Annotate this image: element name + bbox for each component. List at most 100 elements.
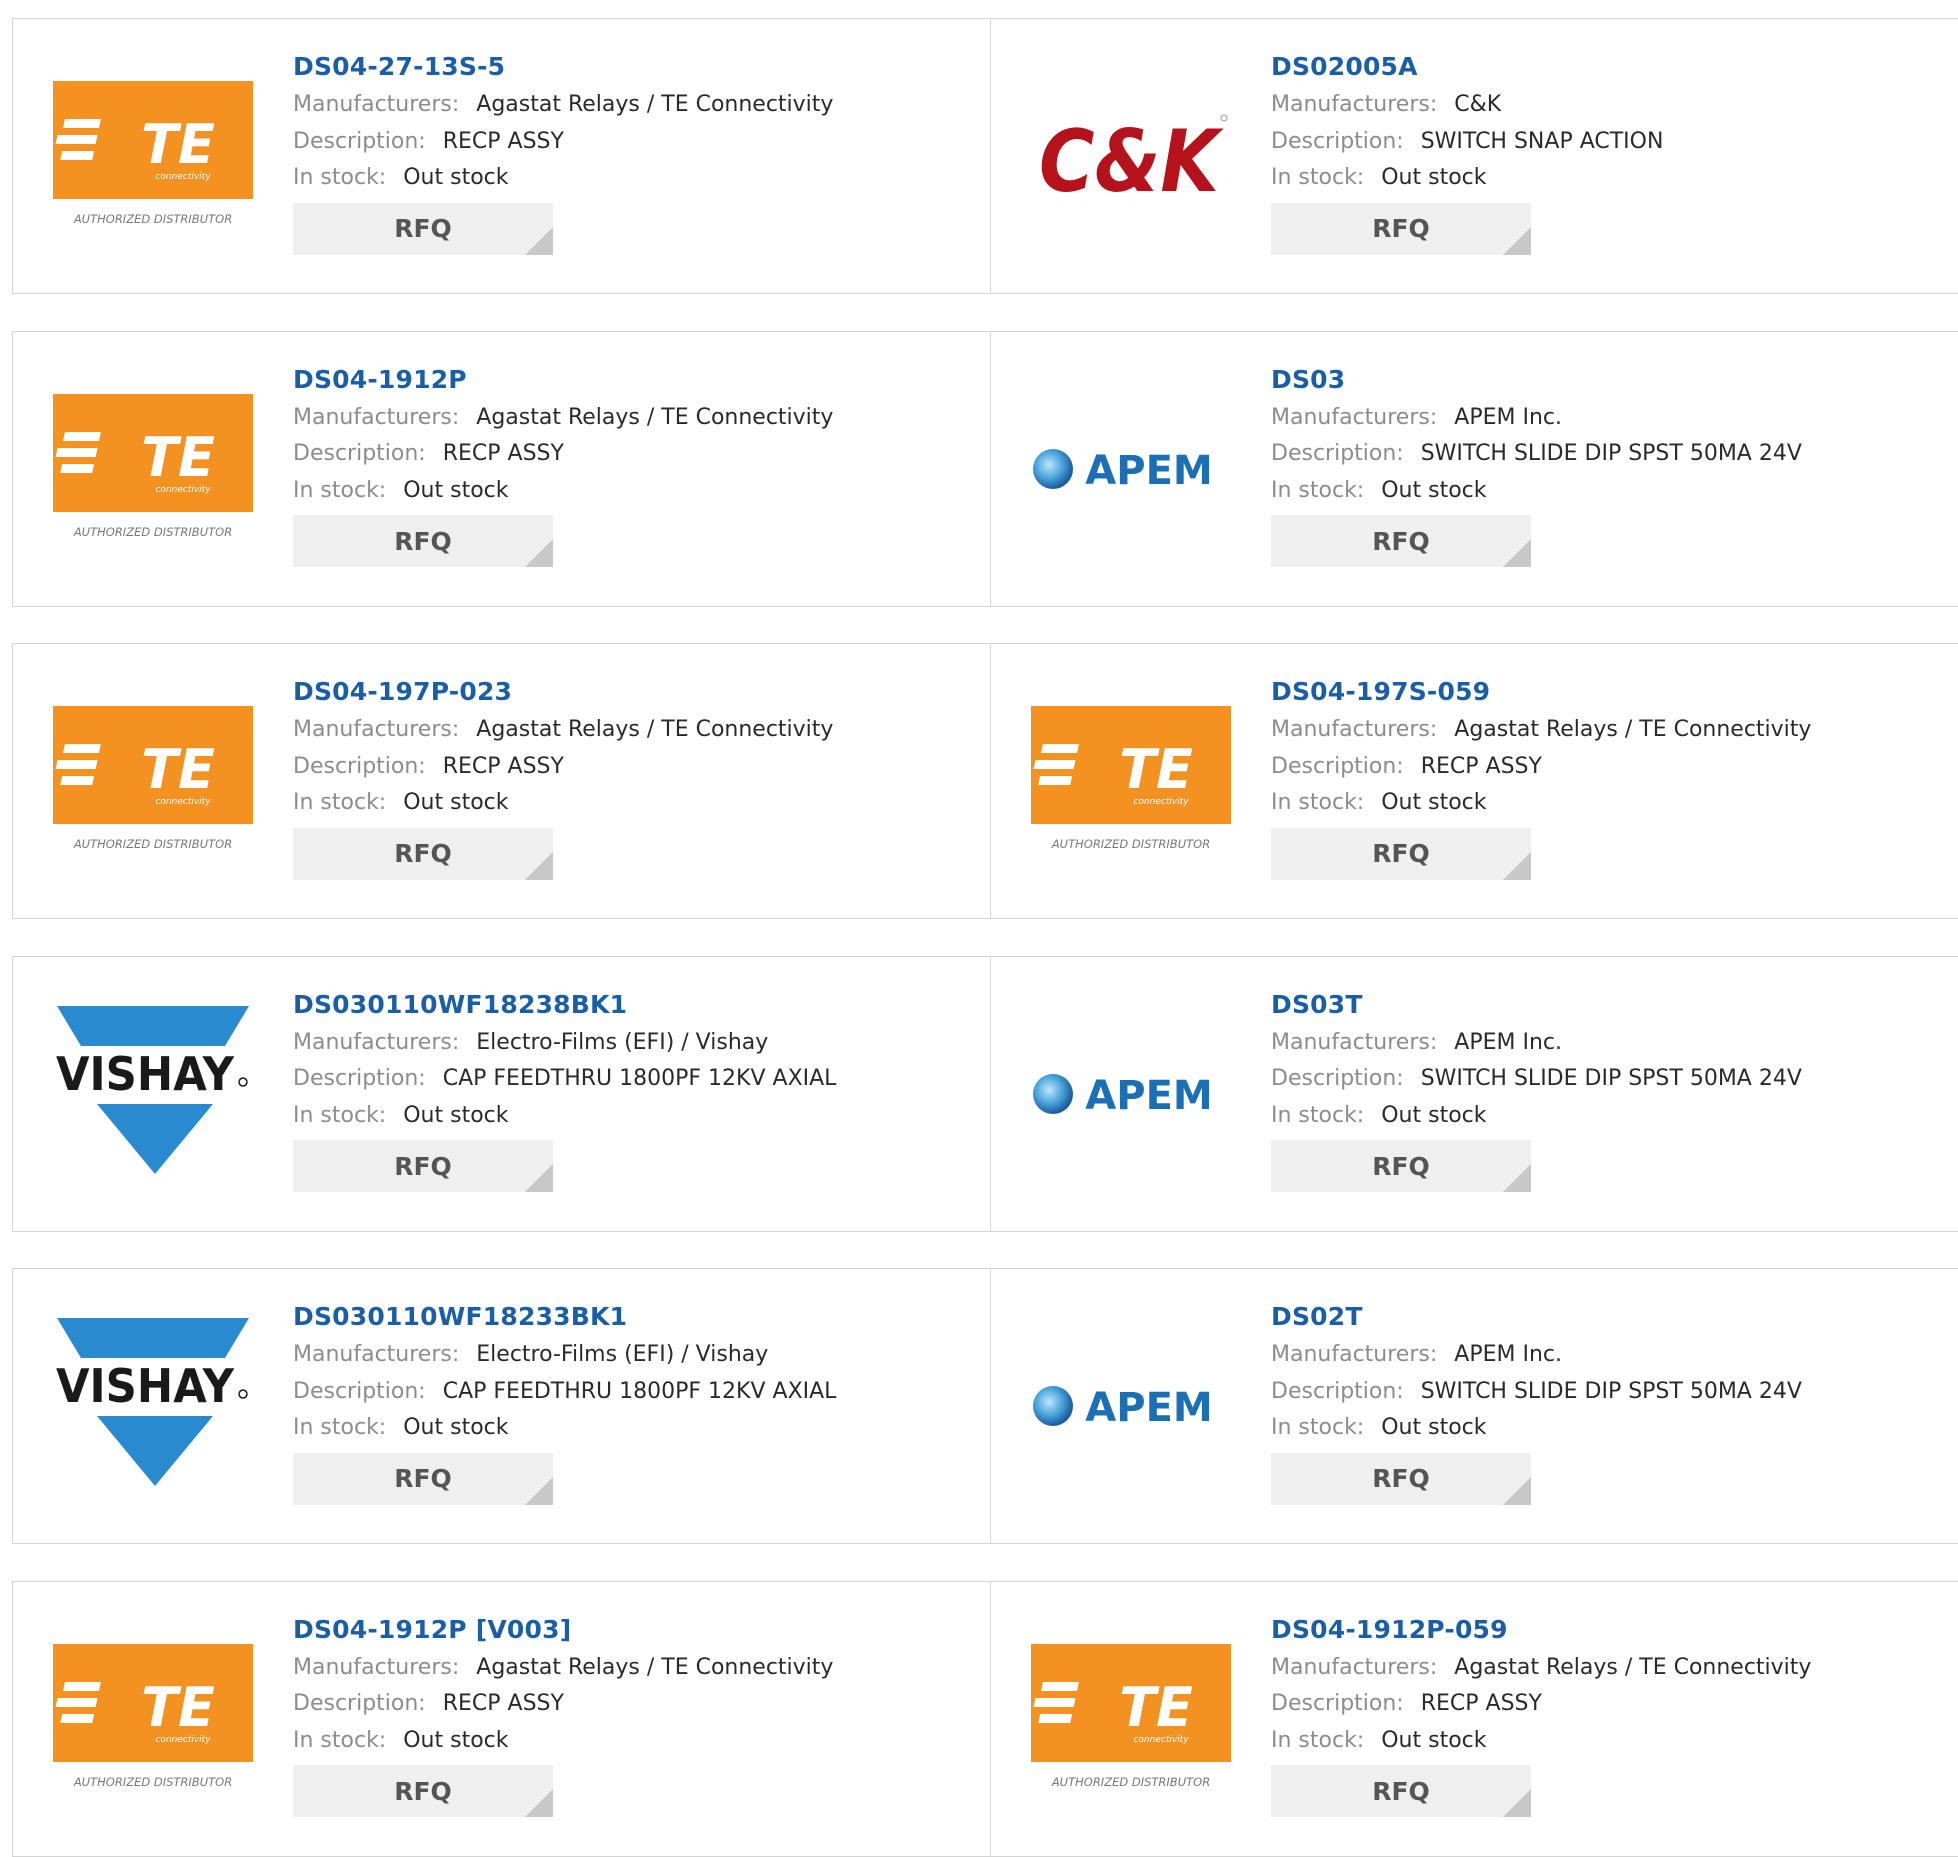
vishay-logo: VISHAY bbox=[53, 1004, 253, 1184]
part-number-link[interactable]: DS04-197S-059 bbox=[1271, 672, 1949, 712]
part-number-link[interactable]: DS04-197P-023 bbox=[293, 672, 971, 712]
stock-label: In stock: bbox=[1271, 790, 1365, 815]
rfq-button[interactable]: RFQ bbox=[293, 1452, 553, 1505]
product-info: DS04-1912P Manufacturers: Agastat Relays… bbox=[293, 360, 971, 567]
rfq-corner-decoration bbox=[525, 1789, 553, 1817]
stock-label: In stock: bbox=[293, 165, 387, 190]
manufacturer-value: Agastat Relays / TE Connectivity bbox=[1454, 717, 1812, 742]
description-label: Description: bbox=[1271, 1378, 1404, 1404]
description-label: Description: bbox=[293, 1066, 426, 1091]
product-card: TE connectivity AUTHORIZED DISTRIBUTOR D… bbox=[12, 330, 992, 607]
rfq-button[interactable]: RFQ bbox=[1271, 1140, 1531, 1192]
rfq-button[interactable]: RFQ bbox=[293, 1140, 553, 1192]
description-row: Description: RECP ASSY bbox=[293, 749, 971, 786]
rfq-button[interactable]: RFQ bbox=[1271, 827, 1531, 880]
te-logo-sub: connectivity bbox=[155, 1735, 211, 1745]
stock-row: In stock: Out stock bbox=[293, 473, 971, 510]
part-number-link[interactable]: DS030110WF18233BK1 bbox=[293, 1297, 971, 1337]
part-number-link[interactable]: DS03 bbox=[1271, 360, 1949, 400]
stock-value: Out stock bbox=[1381, 477, 1487, 503]
description-row: Description: SWITCH SLIDE DIP SPST 50MA … bbox=[1271, 1061, 1949, 1098]
te-logo-tagline: AUTHORIZED DISTRIBUTOR bbox=[73, 525, 232, 539]
te-logo-name: TE bbox=[141, 426, 215, 489]
product-info: DS04-1912P [V003] Manufacturers: Agastat… bbox=[293, 1610, 971, 1817]
rfq-label: RFQ bbox=[1372, 1151, 1430, 1181]
part-number-link[interactable]: DS030110WF18238BK1 bbox=[293, 985, 971, 1025]
stock-row: In stock: Out stock bbox=[1271, 1098, 1949, 1135]
rfq-button[interactable]: RFQ bbox=[293, 1765, 553, 1817]
stock-value: Out stock bbox=[1381, 1727, 1487, 1753]
rfq-corner-decoration bbox=[1503, 539, 1531, 567]
rfq-label: RFQ bbox=[1372, 839, 1430, 868]
description-label: Description: bbox=[293, 441, 426, 466]
stock-label: In stock: bbox=[293, 1415, 387, 1440]
manufacturer-value: Agastat Relays / TE Connectivity bbox=[476, 92, 834, 117]
te-logo: TE connectivity AUTHORIZED DISTRIBUTOR bbox=[1031, 691, 1231, 871]
rfq-button[interactable]: RFQ bbox=[1271, 1765, 1531, 1817]
stock-row: In stock: Out stock bbox=[293, 1410, 971, 1447]
rfq-corner-decoration bbox=[525, 1476, 553, 1505]
rfq-button[interactable]: RFQ bbox=[293, 202, 553, 255]
manufacturer-label: Manufacturers: bbox=[293, 92, 460, 117]
te-logo-sub: connectivity bbox=[155, 797, 211, 807]
manufacturer-value: APEM Inc. bbox=[1454, 1342, 1562, 1367]
manufacturer-label: Manufacturers: bbox=[293, 1654, 460, 1680]
rfq-corner-decoration bbox=[1503, 1789, 1531, 1817]
rfq-corner-decoration bbox=[1503, 1476, 1531, 1505]
description-row: Description: CAP FEEDTHRU 1800PF 12KV AX… bbox=[293, 1061, 971, 1098]
manufacturer-label: Manufacturers: bbox=[1271, 404, 1438, 430]
stock-value: Out stock bbox=[403, 1102, 509, 1128]
description-value: RECP ASSY bbox=[442, 128, 564, 154]
manufacturer-row: Manufacturers: Agastat Relays / TE Conne… bbox=[293, 1650, 971, 1687]
stock-value: Out stock bbox=[403, 1415, 509, 1440]
vishay-logo: VISHAY bbox=[53, 1316, 253, 1496]
description-value: RECP ASSY bbox=[1420, 753, 1542, 779]
manufacturer-label: Manufacturers: bbox=[1271, 1654, 1438, 1680]
manufacturer-value: Agastat Relays / TE Connectivity bbox=[476, 717, 834, 742]
product-grid: TE connectivity AUTHORIZED DISTRIBUTOR D… bbox=[0, 0, 1958, 1857]
description-label: Description: bbox=[293, 128, 426, 154]
part-number-link[interactable]: DS02T bbox=[1271, 1297, 1949, 1337]
stock-label: In stock: bbox=[1271, 165, 1365, 190]
part-number-link[interactable]: DS04-1912P-059 bbox=[1271, 1610, 1949, 1650]
te-logo-sub: connectivity bbox=[155, 172, 211, 182]
part-number-link[interactable]: DS04-1912P bbox=[293, 360, 971, 400]
description-label: Description: bbox=[1271, 753, 1404, 779]
manufacturer-label: Manufacturers: bbox=[293, 717, 460, 742]
rfq-label: RFQ bbox=[394, 214, 452, 243]
rfq-button[interactable]: RFQ bbox=[1271, 1452, 1531, 1505]
rfq-label: RFQ bbox=[394, 1776, 452, 1806]
product-card: APEM DS03 Manufacturers: APEM Inc. Descr… bbox=[990, 330, 1958, 607]
manufacturer-value: Agastat Relays / TE Connectivity bbox=[476, 1654, 834, 1680]
rfq-label: RFQ bbox=[1372, 1776, 1430, 1806]
product-info: DS04-197S-059 Manufacturers: Agastat Rel… bbox=[1271, 672, 1949, 880]
description-row: Description: RECP ASSY bbox=[1271, 749, 1949, 786]
rfq-button[interactable]: RFQ bbox=[293, 515, 553, 567]
vishay-logo-name: VISHAY bbox=[56, 1047, 235, 1101]
manufacturer-label: Manufacturers: bbox=[293, 1029, 460, 1055]
description-row: Description: SWITCH SLIDE DIP SPST 50MA … bbox=[1271, 1374, 1949, 1411]
rfq-button[interactable]: RFQ bbox=[293, 827, 553, 880]
product-info: DS02T Manufacturers: APEM Inc. Descripti… bbox=[1271, 1297, 1949, 1505]
description-label: Description: bbox=[1271, 128, 1404, 154]
description-row: Description: RECP ASSY bbox=[1271, 1686, 1949, 1723]
product-info: DS02005A Manufacturers: C&K Description:… bbox=[1271, 47, 1949, 255]
rfq-label: RFQ bbox=[1372, 526, 1430, 556]
product-card: VISHAY DS030110WF18233BK1 Manufacturers:… bbox=[12, 1268, 992, 1544]
rfq-button[interactable]: RFQ bbox=[1271, 515, 1531, 567]
rfq-button[interactable]: RFQ bbox=[1271, 202, 1531, 255]
product-card: TE connectivity AUTHORIZED DISTRIBUTOR D… bbox=[990, 1580, 1958, 1857]
stock-row: In stock: Out stock bbox=[1271, 785, 1949, 822]
rfq-label: RFQ bbox=[1372, 214, 1430, 243]
ck-logo-name: C&K bbox=[1039, 112, 1224, 212]
part-number-link[interactable]: DS04-27-13S-5 bbox=[293, 47, 971, 87]
stock-value: Out stock bbox=[1381, 1102, 1487, 1128]
manufacturer-label: Manufacturers: bbox=[293, 1342, 460, 1367]
part-number-link[interactable]: DS03T bbox=[1271, 985, 1949, 1025]
product-card: VISHAY DS030110WF18238BK1 Manufacturers:… bbox=[12, 955, 992, 1232]
stock-value: Out stock bbox=[1381, 1415, 1487, 1440]
description-value: RECP ASSY bbox=[442, 753, 564, 779]
description-row: Description: CAP FEEDTHRU 1800PF 12KV AX… bbox=[293, 1374, 971, 1411]
part-number-link[interactable]: DS02005A bbox=[1271, 47, 1949, 87]
part-number-link[interactable]: DS04-1912P [V003] bbox=[293, 1610, 971, 1650]
